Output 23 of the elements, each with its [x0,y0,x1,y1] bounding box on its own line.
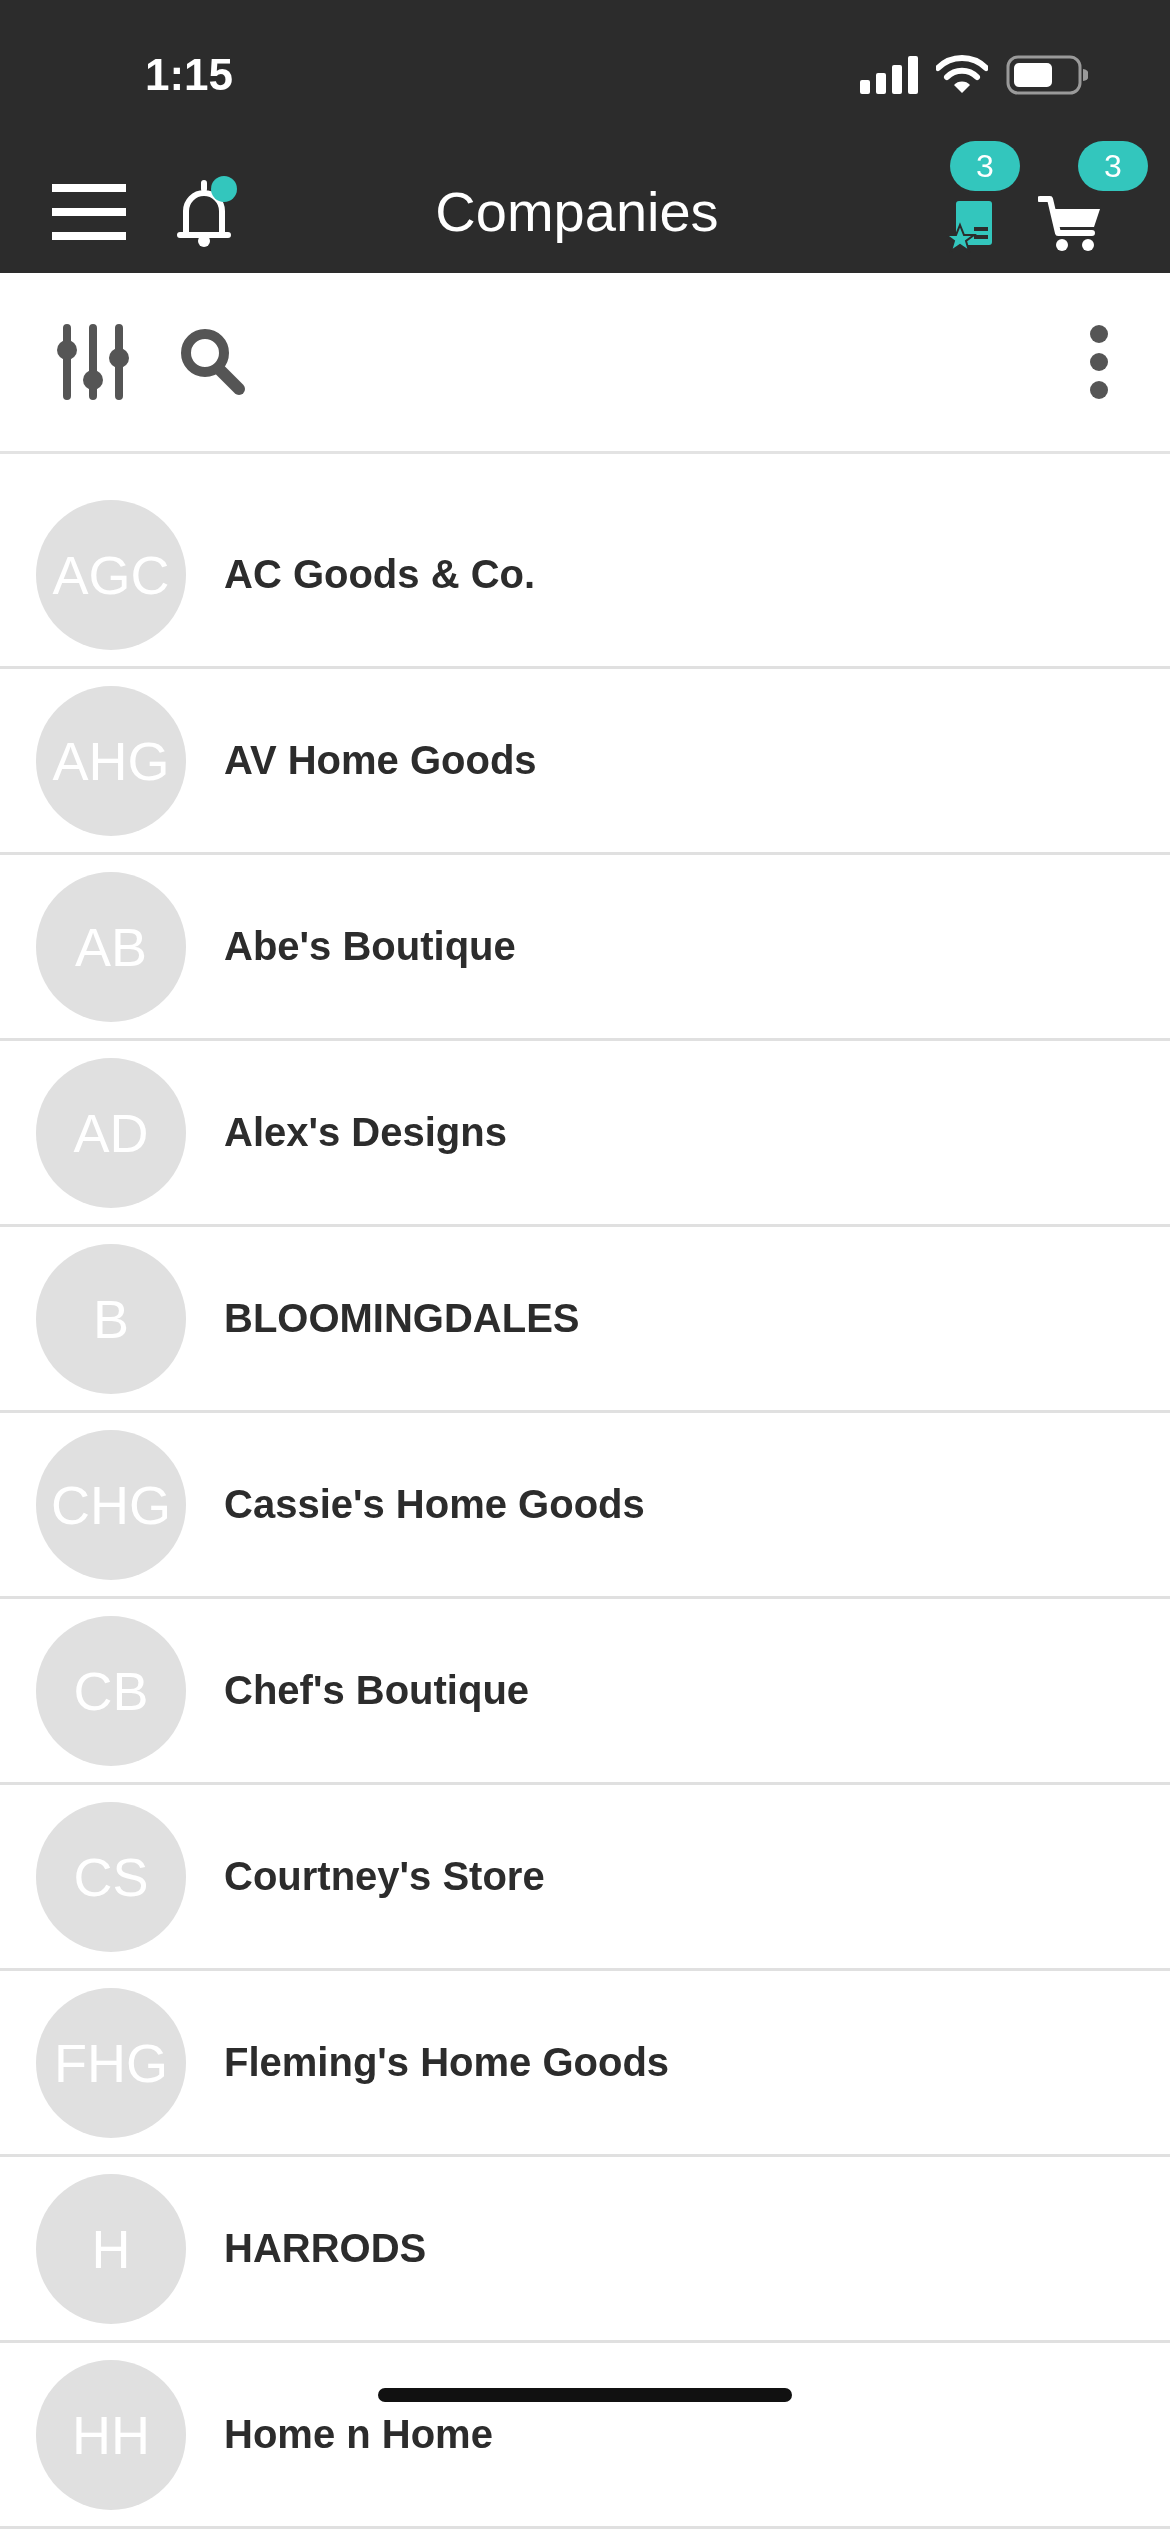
company-name: AV Home Goods [224,738,537,783]
search-icon[interactable] [179,327,247,397]
company-name: BLOOMINGDALES [224,1296,580,1341]
wifi-icon [936,55,988,95]
company-name: Alex's Designs [224,1110,507,1155]
cart-icon[interactable] [1038,193,1102,253]
company-name: HARRODS [224,2226,427,2271]
signal-icon [860,56,918,94]
menu-icon[interactable] [52,181,126,242]
company-name: Courtney's Store [224,1854,545,1899]
company-name: Fleming's Home Goods [224,2040,670,2085]
company-name: Home n Home [224,2412,493,2457]
status-time: 1:15 [145,50,234,100]
cart-count-badge: 3 [1078,141,1148,191]
battery-icon [1006,55,1088,95]
filter-sliders-icon[interactable] [55,324,131,400]
company-name: AC Goods & Co. [224,552,536,597]
company-name: Cassie's Home Goods [224,1482,645,1527]
more-options-icon[interactable] [1088,324,1110,400]
favorites-count-badge: 3 [950,141,1020,191]
page-title: Companies [435,179,719,244]
company-name: Abe's Boutique [224,924,516,969]
company-name: Chef's Boutique [224,1668,530,1713]
